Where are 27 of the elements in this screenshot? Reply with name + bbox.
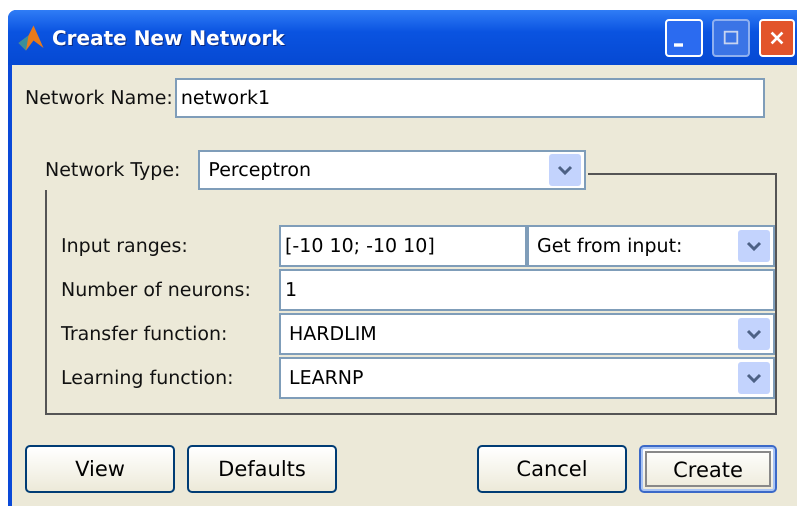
maximize-button[interactable] <box>712 18 750 56</box>
chevron-down-icon <box>737 317 771 351</box>
default-action-button[interactable]: Create <box>639 445 777 493</box>
parameter-label: Input ranges: <box>61 235 189 257</box>
chevron-down-icon <box>737 229 771 263</box>
action-button[interactable]: Defaults <box>187 445 337 493</box>
action-button[interactable]: Cancel <box>477 445 627 493</box>
network-type-label: Network Type: <box>45 159 180 181</box>
network-name-label: Network Name: <box>25 87 173 109</box>
parameter-label: Number of neurons: <box>61 279 252 301</box>
parameter-field[interactable]: [-10 10; -10 10] <box>279 225 527 267</box>
parameter-dropdown[interactable]: Get from input: <box>527 225 775 267</box>
close-button[interactable] <box>759 18 795 56</box>
parameter-field[interactable]: 1 <box>279 269 775 311</box>
action-button[interactable]: View <box>25 445 175 493</box>
network-name-field[interactable]: network1 <box>174 78 765 118</box>
chevron-down-icon <box>737 361 771 395</box>
maximize-icon <box>722 28 740 46</box>
chevron-down-icon <box>548 153 582 187</box>
minimize-icon <box>674 42 682 46</box>
window-title: Create New Network <box>52 26 285 50</box>
parameter-dropdown[interactable]: LEARNP <box>279 357 775 399</box>
network-type-dropdown[interactable]: Perceptron <box>198 150 586 190</box>
parameter-label: Transfer function: <box>61 323 228 345</box>
parameter-label: Learning function: <box>61 367 235 389</box>
parameter-dropdown[interactable]: HARDLIM <box>279 313 775 355</box>
minimize-button[interactable] <box>665 18 703 56</box>
